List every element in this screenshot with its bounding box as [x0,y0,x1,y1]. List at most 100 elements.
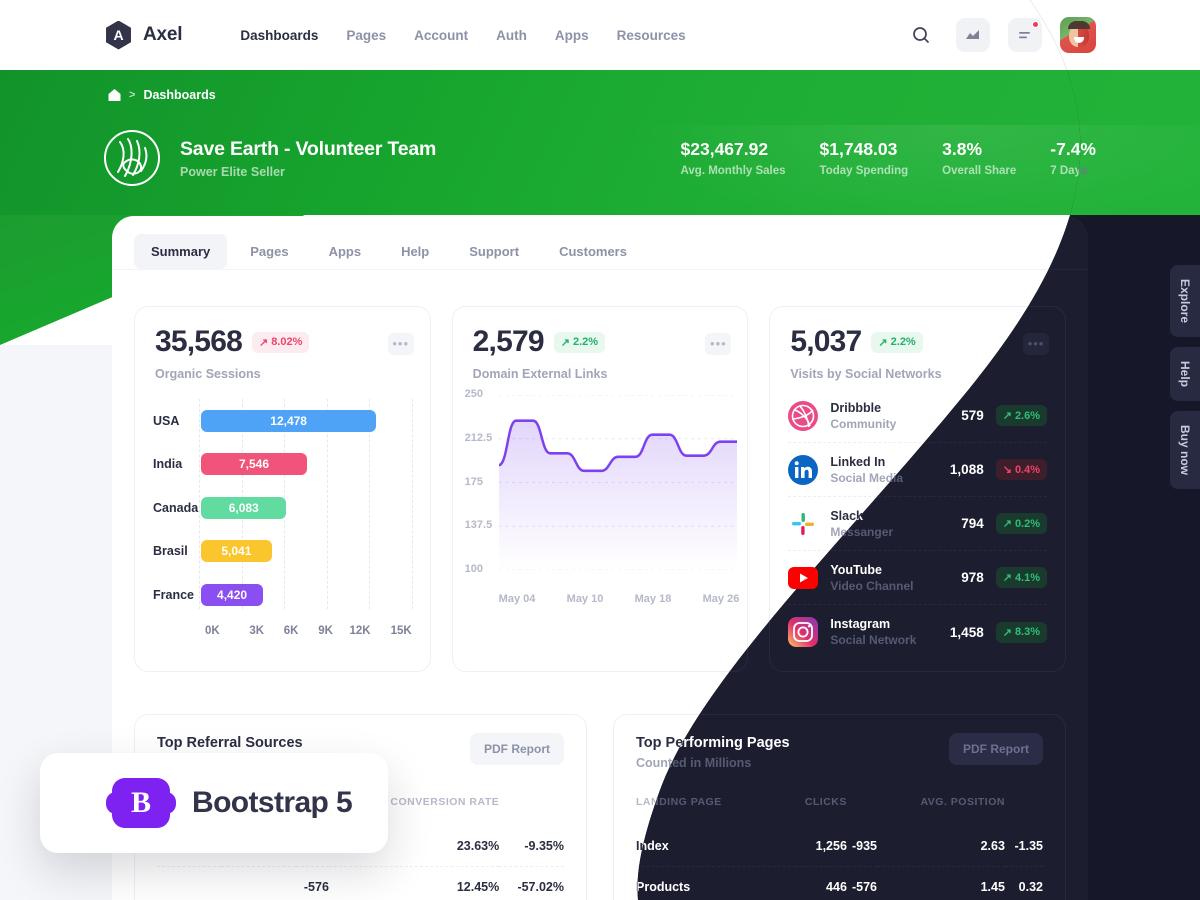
arrow-up-icon: ↗ [1002,518,1012,530]
cell-position-delta: 0.32 [1005,867,1043,900]
notifications-icon[interactable] [1008,18,1042,52]
brand-name: Axel [143,24,183,45]
page-header: > Dashboards Save Earth - Volunteer Team… [0,70,1200,245]
nav-item-resources[interactable]: Resources [617,28,686,43]
tab-summary[interactable]: Summary [134,234,228,269]
pdf-report-button[interactable]: PDF Report [949,733,1043,765]
network-value: 794 [961,516,984,531]
delta-value: 0.2% [1014,517,1041,530]
axis-tick: May 18 [634,593,672,605]
axis-tick: 137.5 [464,519,493,532]
nav-item-pages[interactable]: Pages [346,28,386,43]
card-domain-external-links: ••• 2,579 ↗ 2.2% Domain External Links 1… [451,306,749,672]
axis-tick: 250 [464,388,484,400]
table-row[interactable]: -57612.45%-57.02% [157,866,564,900]
cell-avg-position: 1.45 [877,867,1005,900]
linkedin-icon [788,454,819,485]
side-tab-buy-now[interactable]: Buy now [1170,411,1200,490]
delta-value: 0.4% [1014,463,1041,476]
bar-row: India 7,546 [153,443,412,487]
nav-item-dashboards[interactable]: Dashboards [240,28,318,43]
globe-leaf-icon [104,130,160,186]
bar-row: USA 12,478 [153,399,412,443]
delta-value: 8.02% [271,336,303,348]
hero-text: Save Earth - Volunteer Team Power Elite … [180,138,436,179]
promo-badge-text: Bootstrap 5 [192,786,353,819]
breadcrumb-current[interactable]: Dashboards [143,88,215,102]
stat-overall-share: 3.8% Overall Share [942,139,1050,177]
delta-value: 8.3% [1014,626,1041,638]
stat-avg-monthly-sales: $23,467.92 Avg. Monthly Sales [681,139,820,177]
tab-help[interactable]: Help [384,234,446,269]
content-tabs: Summary Pages Apps Help Support Customer… [112,216,1088,270]
nav-item-account[interactable]: Account [414,28,468,43]
bar-category-label: India [153,457,183,472]
arrow-up-icon: ↗ [258,336,269,349]
axis-tick: 9K [318,624,333,637]
axis-tick: May 04 [498,593,536,605]
stat-value: $1,748.03 [819,139,898,159]
arrow-up-icon: ↗ [1002,626,1012,639]
axis-tick: 175 [464,475,484,488]
chart-icon[interactable] [956,18,990,52]
cell-clicks: 446 [796,867,847,900]
table-row[interactable]: Products446-5761.450.32 [636,867,1043,900]
tab-support[interactable]: Support [452,234,536,269]
avatar[interactable] [1060,17,1096,53]
tab-apps[interactable]: Apps [312,234,379,269]
col-clicks: CLICKS [804,796,847,808]
axis-tick: 6K [283,624,299,637]
table-header-row: LANDING PAGE CLICKS AVG. POSITION [636,796,1043,826]
stat-label: Today Spending [819,165,909,177]
side-tab-help[interactable]: Help [1170,347,1200,402]
cell-clicks-delta: -576 [847,867,877,900]
axis-tick: May 10 [566,593,604,605]
search-icon[interactable] [904,18,938,52]
area-chart-x-axis: May 04 May 10 May 18 May 26 [499,593,740,605]
bar: 4,420 [201,583,264,606]
network-delta-badge: ↗8.3% [996,622,1047,643]
main-nav: Dashboards Pages Account Auth Apps Resou… [240,28,685,43]
tab-customers[interactable]: Customers [542,234,644,269]
network-delta-badge: ↗0.2% [996,513,1047,534]
arrow-down-icon: ↘ [1002,464,1012,476]
pages-table: LANDING PAGE CLICKS AVG. POSITION Index 1… [636,796,1043,900]
bar-category-label: Brasil [153,544,188,559]
list-item[interactable]: Instagram Social Network 1,458 ↗8.3% [788,605,1047,659]
metric-value: 5,037 [790,325,862,358]
side-tab-explore[interactable]: Explore [1170,265,1200,338]
metric-label: Organic Sessions [155,367,261,381]
cell-position-delta: -1.35 [1014,839,1043,853]
nav-item-auth[interactable]: Auth [496,28,527,43]
cell-rate-delta: -9.35% [524,839,564,853]
card-menu-button[interactable]: ••• [387,333,414,355]
tab-pages[interactable]: Pages [233,234,305,269]
network-value: 1,458 [949,624,984,640]
network-delta-badge: ↘0.4% [996,459,1047,480]
arrow-up-icon: ↗ [878,336,888,349]
card-menu-button[interactable]: ••• [1023,333,1049,355]
cell-rate-delta: -57.02% [499,866,564,900]
pdf-report-button[interactable]: PDF Report [470,733,564,765]
list-item[interactable]: YouTubeVideo Channel 978 ↗4.1% [788,551,1047,605]
card-menu-button[interactable]: ••• [705,333,732,355]
breadcrumb-separator: > [129,89,136,101]
network-name: Instagram [830,617,891,631]
promo-badge-bootstrap[interactable]: B Bootstrap 5 [40,753,388,853]
axis-tick: 15K [390,624,412,637]
bar: 5,041 [201,540,272,563]
card-header: 35,568 ↗ 8.02% Organic Sessions [135,307,430,381]
network-name: YouTube [830,562,882,577]
bar-chart-x-axis: 0K 3K 6K 9K 12K 15K [205,625,412,637]
delta-value: 4.1% [1014,571,1041,584]
cell-sessions [221,866,297,900]
nav-item-apps[interactable]: Apps [555,28,589,43]
cell-conversion-rate: 12.45% [328,866,500,900]
brand-logo[interactable]: A Axel [104,20,183,50]
bar-row: France 4,420 [153,573,412,617]
cell-landing-page: Products [636,867,796,900]
delta-value: 2.2% [890,336,916,348]
bar-row: Brasil 5,041 [153,530,412,574]
hero-stats: $23,467.92 Avg. Monthly Sales $1,748.03 … [681,139,1096,177]
table-row[interactable]: Index 1,256 -935 2.63 -1.35 [636,826,1043,867]
